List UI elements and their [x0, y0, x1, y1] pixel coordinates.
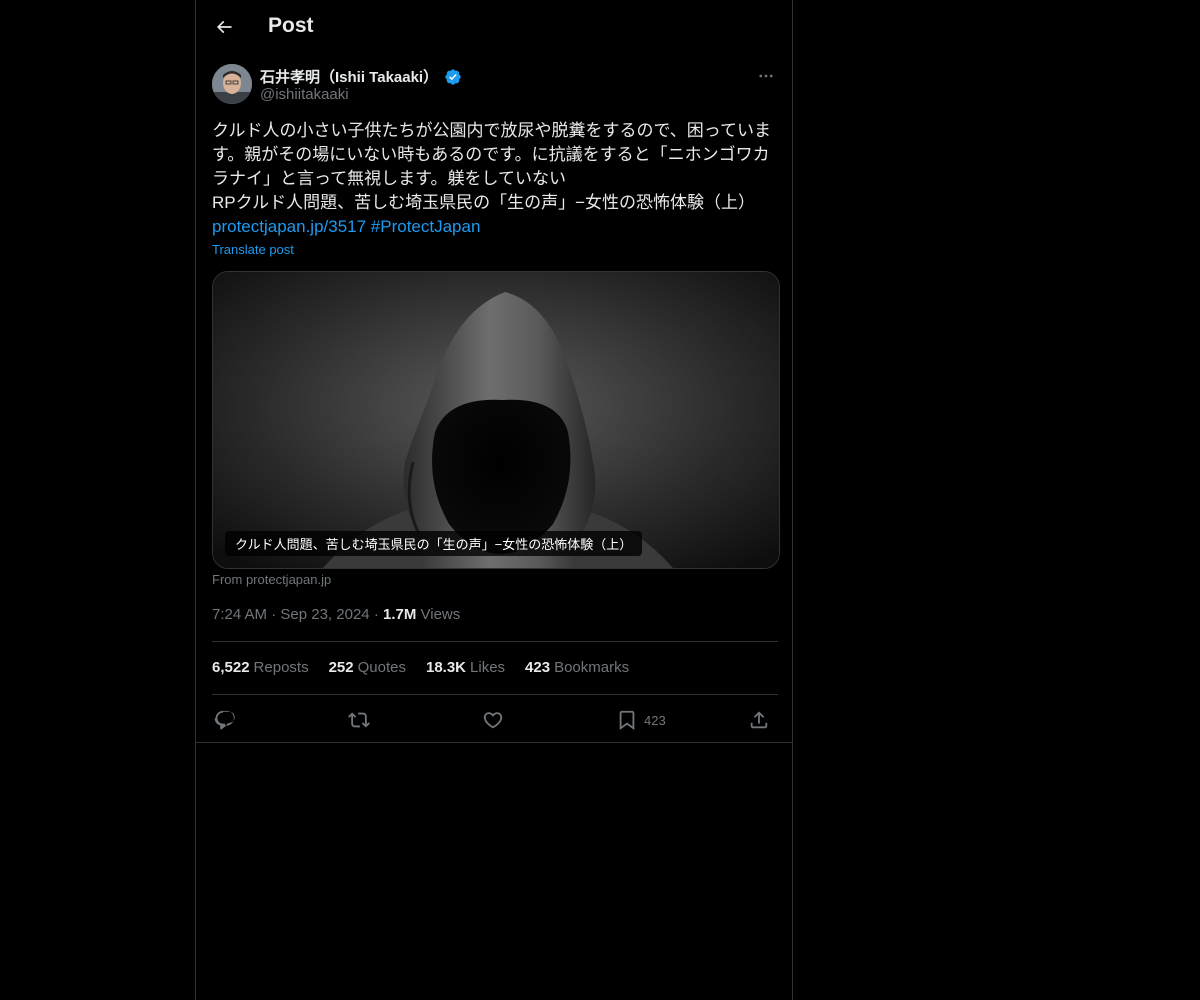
share-button[interactable] — [748, 706, 770, 734]
bookmark-button[interactable]: 423 — [616, 706, 666, 734]
more-dots-icon — [759, 74, 773, 78]
action-bar: 423 — [212, 706, 778, 734]
reposts-count: 6,522 — [212, 659, 250, 676]
post-date[interactable]: Sep 23, 2024 — [280, 606, 369, 623]
likes-stat[interactable]: 18.3K Likes — [426, 659, 505, 676]
bookmarks-stat[interactable]: 423 Bookmarks — [525, 659, 629, 676]
link-card[interactable]: クルド人問題、苦しむ埼玉県民の「生の声」−女性の恐怖体験（上） — [212, 271, 780, 569]
verified-badge-icon — [445, 68, 461, 85]
post-links-line: protectjapan.jp/3517 #ProtectJapan — [212, 215, 778, 239]
avatar-image — [212, 64, 252, 104]
likes-label: Likes — [470, 659, 506, 676]
post-text: クルド人の小さい子供たちが公園内で放尿や脱糞をするので、困っていま す。親がその… — [212, 119, 778, 239]
translate-post-link[interactable]: Translate post — [212, 242, 294, 257]
author-handle[interactable]: @ishiitakaaki — [260, 86, 349, 103]
card-caption: クルド人問題、苦しむ埼玉県民の「生の声」−女性の恐怖体験（上） — [225, 531, 643, 556]
reply-icon — [214, 710, 235, 730]
quotes-label: Quotes — [357, 659, 406, 676]
divider — [212, 694, 778, 695]
views-label: Views — [420, 606, 461, 623]
reply-button[interactable] — [214, 706, 236, 734]
post-bottom-border — [196, 742, 792, 743]
page-title: Post — [268, 14, 314, 37]
divider — [212, 641, 778, 642]
post-line-3: ラナイ」と言って無視します。躾をしていない — [212, 169, 566, 188]
more-options-button[interactable] — [754, 66, 778, 86]
quotes-count: 252 — [328, 659, 354, 676]
meta-separator: · — [271, 606, 281, 623]
post-column: Post 石井孝明（Ishii Takaaki） @ishiitakaaki ク… — [195, 0, 793, 1000]
reposts-label: Reposts — [253, 659, 309, 676]
repost-icon — [348, 712, 370, 728]
post-meta: 7:24 AM · Sep 23, 2024 · 1.7M Views — [212, 606, 460, 623]
post-stats: 6,522 Reposts 252 Quotes 18.3K Likes 423 Boo… — [212, 659, 629, 676]
meta-separator: · — [373, 606, 383, 623]
bookmarks-label: Bookmarks — [554, 659, 630, 676]
back-button[interactable] — [210, 13, 238, 41]
card-image — [213, 272, 779, 568]
quotes-stat[interactable]: 252 Quotes — [329, 659, 406, 676]
bookmark-action-count: 423 — [644, 712, 666, 728]
like-button[interactable] — [482, 706, 504, 734]
post-line-2: す。親がその場にいない時もあるのです。に抗議をすると「ニホンゴワカ — [212, 145, 770, 164]
back-arrow-icon — [216, 20, 232, 34]
repost-button[interactable] — [348, 706, 370, 734]
bookmarks-count: 423 — [525, 659, 551, 676]
heart-icon — [483, 712, 503, 729]
reposts-stat[interactable]: 6,522 Reposts — [212, 659, 309, 676]
card-source[interactable]: From protectjapan.jp — [212, 572, 331, 587]
post-link[interactable]: protectjapan.jp/3517 — [212, 217, 366, 236]
avatar[interactable] — [212, 64, 252, 104]
post-time[interactable]: 7:24 AM — [212, 606, 267, 623]
share-icon — [750, 711, 768, 729]
author-name-text: 石井孝明（Ishii Takaaki） — [260, 69, 439, 86]
post-line-4: RPクルド人問題、苦しむ埼玉県民の「生の声」−女性の恐怖体験（上） — [212, 193, 756, 212]
author-name[interactable]: 石井孝明（Ishii Takaaki） — [260, 66, 462, 87]
post-hashtag[interactable]: #ProtectJapan — [371, 217, 481, 236]
post-header: Post — [196, 0, 792, 54]
likes-count: 18.3K — [425, 659, 467, 676]
bookmark-icon — [619, 710, 635, 731]
author-row: 石井孝明（Ishii Takaaki） @ishiitakaaki — [212, 64, 778, 108]
post-line-1: クルド人の小さい子供たちが公園内で放尿や脱糞をするので、困っていま — [212, 121, 771, 140]
views-count: 1.7M — [382, 606, 417, 623]
